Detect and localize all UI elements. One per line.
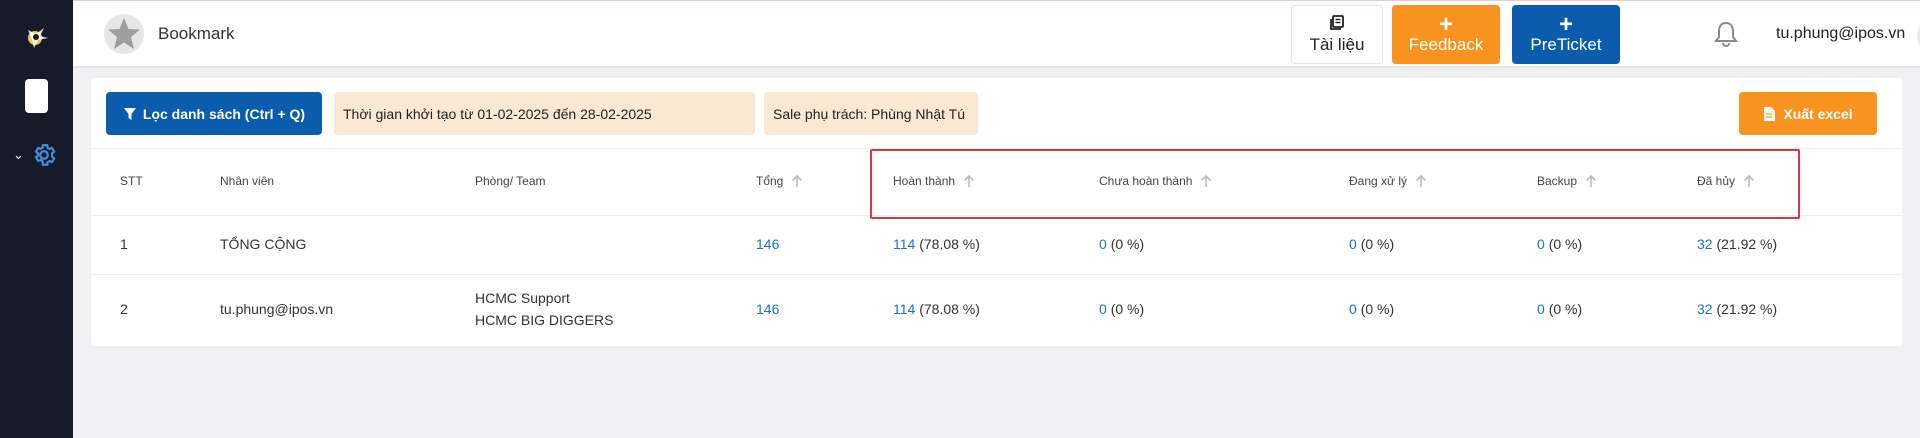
page-title: Bookmark	[158, 24, 235, 43]
export-excel-button[interactable]: Xuất excel	[1739, 92, 1877, 135]
cell-done: 114 (78.08 %)	[893, 236, 980, 252]
cell-cancelled: 32 (21.92 %)	[1697, 301, 1777, 317]
cell-not-done: 0 (0 %)	[1099, 236, 1144, 252]
preticket-button[interactable]: + PreTicket	[1512, 5, 1620, 64]
cell-total-link[interactable]: 146	[756, 301, 779, 317]
filter-icon	[123, 107, 136, 120]
cell-done: 114 (78.08 %)	[893, 301, 980, 317]
cell-processing: 0 (0 %)	[1349, 301, 1394, 317]
bell-icon[interactable]	[1713, 20, 1739, 48]
cell-processing-link[interactable]: 0	[1349, 236, 1357, 252]
cell-done-link[interactable]: 114	[893, 301, 915, 317]
cell-staff: TỔNG CỘNG	[220, 236, 307, 252]
app-logo-icon[interactable]	[22, 22, 52, 52]
cell-processing-pct: (0 %)	[1360, 236, 1395, 252]
divider	[91, 274, 1902, 275]
filter-button[interactable]: Lọc danh sách (Ctrl + Q)	[106, 92, 322, 135]
cell-done-pct: (78.08 %)	[919, 236, 980, 252]
cell-not-done-link[interactable]: 0	[1099, 236, 1107, 252]
cell-stt: 2	[120, 301, 128, 317]
sidebar-active-item[interactable]	[25, 79, 48, 113]
cell-cancelled: 32 (21.92 %)	[1697, 236, 1777, 252]
plus-icon: +	[1438, 10, 1453, 38]
cell-backup-link[interactable]: 0	[1537, 301, 1545, 317]
sort-arrow-up-icon[interactable]	[790, 174, 804, 188]
cell-backup: 0 (0 %)	[1537, 236, 1582, 252]
cell-processing-link[interactable]: 0	[1349, 301, 1357, 317]
cell-backup-pct: (0 %)	[1548, 301, 1583, 317]
cell-staff: tu.phung@ipos.vn	[220, 301, 334, 317]
cell-processing-pct: (0 %)	[1360, 301, 1395, 317]
column-header-label: STT	[120, 174, 143, 188]
settings-gear-icon[interactable]	[31, 142, 57, 168]
user-email[interactable]: tu.phung@ipos.vn	[1776, 25, 1905, 43]
cell-cancelled-link[interactable]: 32	[1697, 236, 1713, 252]
highlight-box	[870, 149, 1800, 219]
column-header-stt: STT	[120, 174, 143, 188]
top-bar: Bookmark Tài liệu + Feedback + PreTicket…	[73, 0, 1920, 66]
filter-label: Lọc danh sách (Ctrl + Q)	[142, 105, 306, 122]
book-icon	[1330, 14, 1344, 30]
preticket-label: PreTicket	[1530, 34, 1602, 54]
column-header-total[interactable]: Tổng	[756, 174, 804, 188]
cell-team-line1: HCMC Support	[475, 290, 570, 306]
docs-button[interactable]: Tài liệu	[1291, 5, 1383, 64]
cell-processing: 0 (0 %)	[1349, 236, 1394, 252]
column-header-label: Nhân viên	[220, 174, 275, 188]
cell-total-link[interactable]: 146	[756, 236, 779, 252]
sidebar: ⌄	[0, 0, 73, 438]
feedback-button[interactable]: + Feedback	[1392, 5, 1500, 64]
cell-backup: 0 (0 %)	[1537, 301, 1582, 317]
cell-cancelled-link[interactable]: 32	[1697, 301, 1713, 317]
cell-not-done-pct: (0 %)	[1110, 236, 1145, 252]
export-excel-label: Xuất excel	[1783, 105, 1853, 122]
file-icon	[1764, 106, 1776, 121]
cell-cancelled-pct: (21.92 %)	[1716, 301, 1778, 317]
cell-not-done: 0 (0 %)	[1099, 301, 1144, 317]
column-header-team: Phòng/ Team	[475, 174, 546, 188]
docs-label: Tài liệu	[1309, 34, 1365, 54]
cell-backup-link[interactable]: 0	[1537, 236, 1545, 252]
cell-backup-pct: (0 %)	[1548, 236, 1583, 252]
cell-cancelled-pct: (21.92 %)	[1716, 236, 1778, 252]
column-header-staff: Nhân viên	[220, 174, 274, 188]
cell-not-done-link[interactable]: 0	[1099, 301, 1107, 317]
column-header-label: Phòng/ Team	[475, 174, 546, 188]
cell-done-pct: (78.08 %)	[919, 301, 980, 317]
sale-owner-chip[interactable]: Sale phụ trách: Phùng Nhật Tú	[764, 92, 978, 135]
feedback-label: Feedback	[1408, 34, 1484, 54]
cell-done-link[interactable]: 114	[893, 236, 915, 252]
chevron-down-icon[interactable]: ⌄	[13, 147, 24, 163]
cell-not-done-pct: (0 %)	[1110, 301, 1145, 317]
cell-stt: 1	[120, 236, 128, 252]
column-header-label: Tổng	[756, 174, 784, 188]
plus-icon: +	[1558, 10, 1573, 38]
cell-team-line2: HCMC BIG DIGGERS	[475, 312, 614, 328]
date-range-chip[interactable]: Thời gian khởi tạo từ 01-02-2025 đến 28-…	[334, 92, 755, 135]
star-icon	[104, 14, 144, 54]
